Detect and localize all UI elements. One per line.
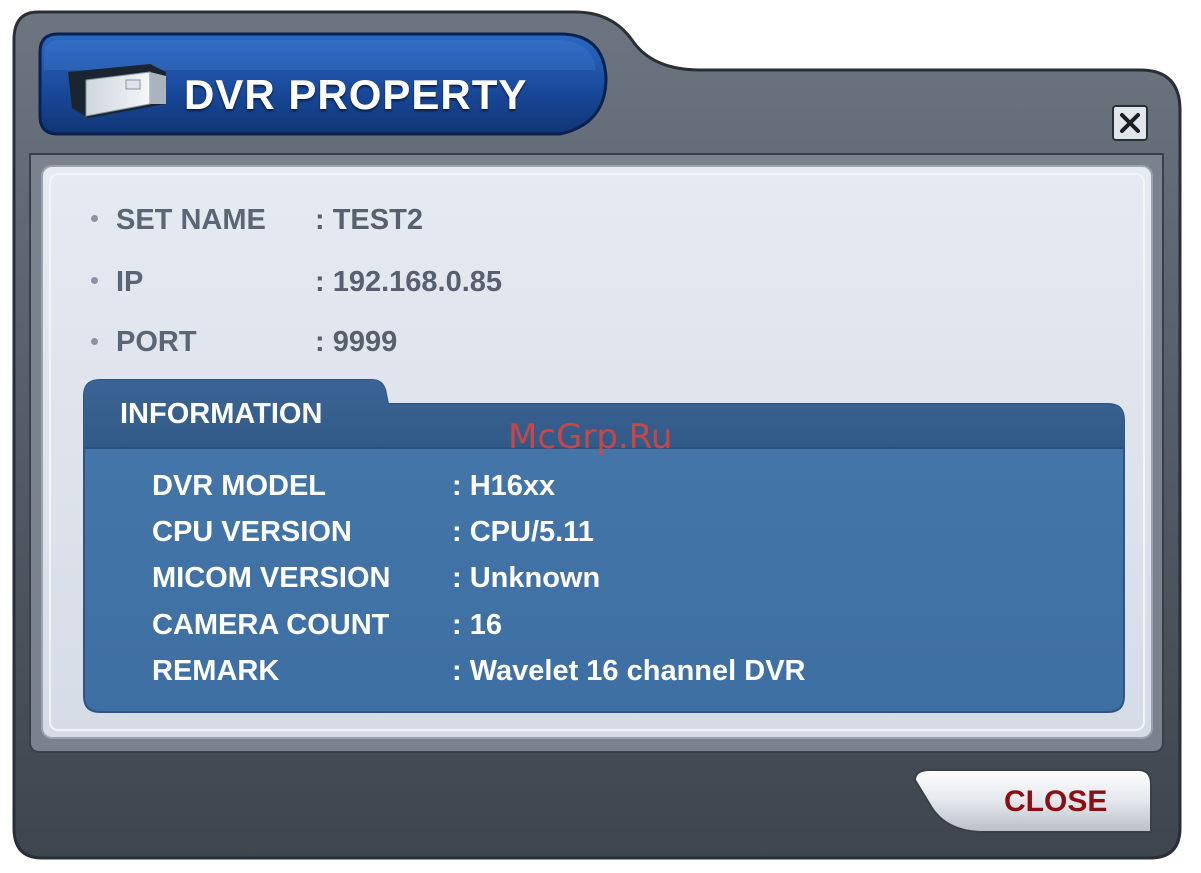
bullet-port xyxy=(91,338,98,345)
bullet-ip xyxy=(91,277,98,284)
watermark: McGrp.Ru xyxy=(508,417,673,457)
information-tab: INFORMATION xyxy=(120,398,323,430)
port-label: PORT xyxy=(116,326,197,358)
camera-count-value: : 16 xyxy=(452,609,502,641)
dvr-model-label: DVR MODEL xyxy=(152,470,326,502)
ip-label: IP xyxy=(116,266,144,298)
cpu-version-label: CPU VERSION xyxy=(152,516,352,548)
set-name-label: SET NAME xyxy=(116,204,266,236)
window-title: DVR PROPERTY xyxy=(184,71,528,118)
remark-label: REMARK xyxy=(152,655,280,687)
bullet-set-name xyxy=(91,215,98,222)
set-name-value: : TEST2 xyxy=(315,204,423,236)
dvr-model-value: : H16xx xyxy=(452,470,556,502)
ip-value: : 192.168.0.85 xyxy=(315,266,503,298)
dvr-property-dialog: DVR PROPERTY SET NAME : TEST2 IP : 192.1… xyxy=(0,0,1201,873)
camera-count-label: CAMERA COUNT xyxy=(152,609,390,641)
micom-version-label: MICOM VERSION xyxy=(152,562,391,594)
close-button-label: CLOSE xyxy=(1004,785,1108,818)
remark-value: : Wavelet 16 channel DVR xyxy=(452,655,806,687)
cpu-version-value: : CPU/5.11 xyxy=(452,516,594,548)
port-value: : 9999 xyxy=(315,326,398,358)
close-x-button[interactable] xyxy=(1113,106,1147,140)
micom-version-value: : Unknown xyxy=(452,562,601,594)
